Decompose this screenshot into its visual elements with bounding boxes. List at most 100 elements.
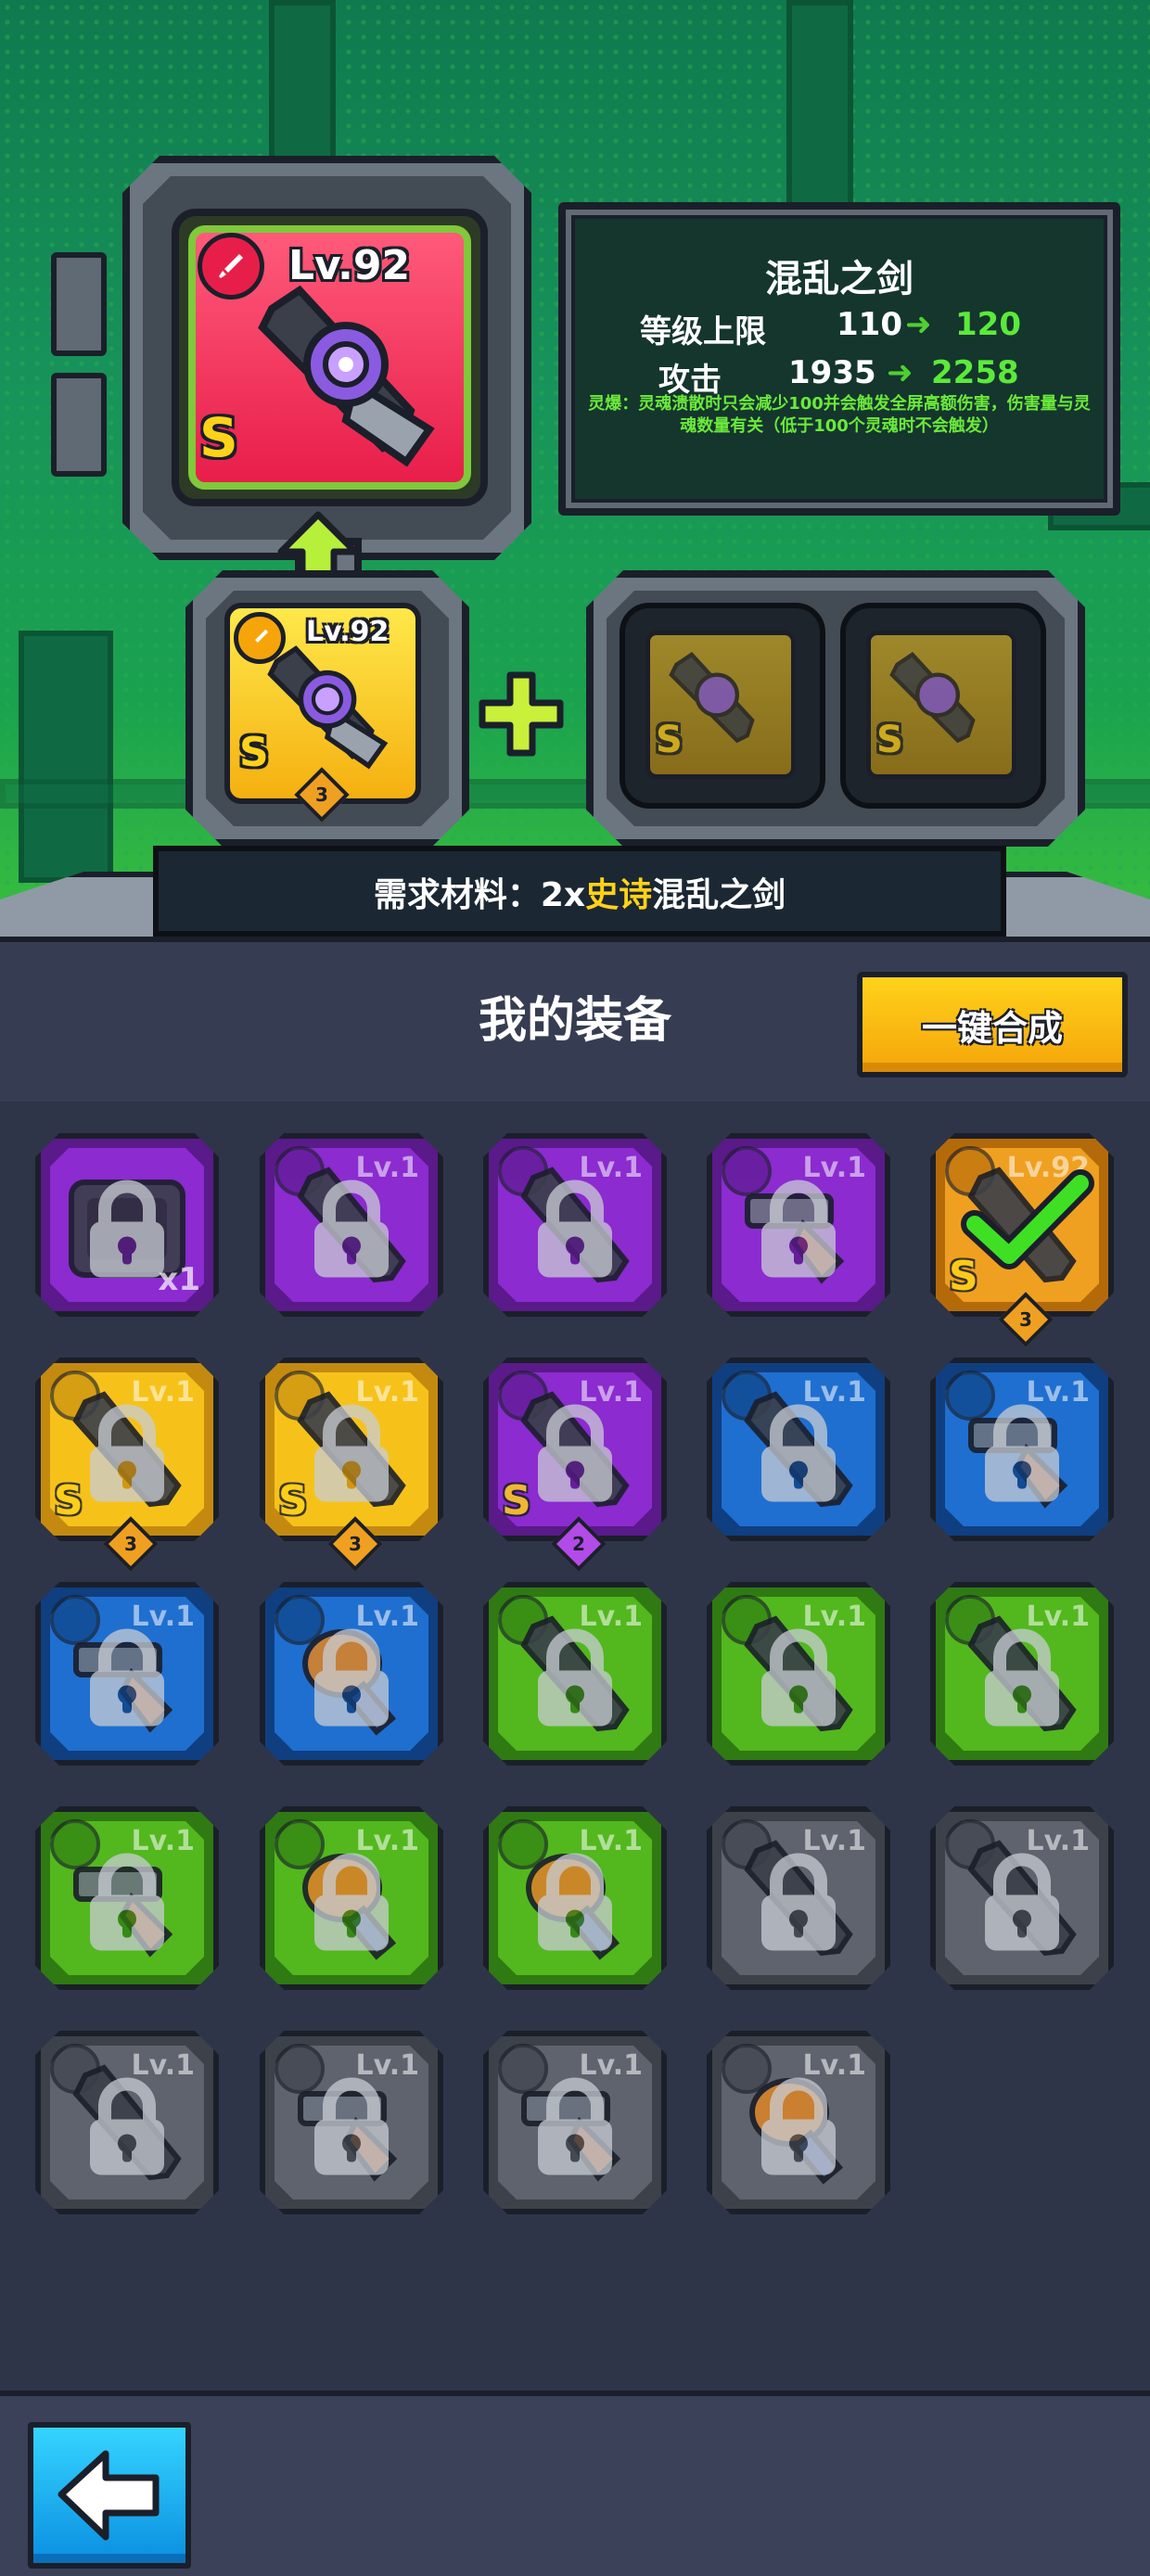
inventory-slot[interactable]: Lv.1 (483, 1806, 667, 1990)
lock-icon (532, 1853, 618, 1955)
slot-level: Lv.1 (579, 1152, 643, 1184)
level-cap-from: 110 (837, 306, 902, 343)
lock-icon (979, 1628, 1065, 1730)
back-button[interactable] (28, 2422, 191, 2569)
target-weapon-card[interactable]: Lv.92 S (172, 209, 488, 506)
attack-from: 1935 (788, 354, 876, 391)
check-mark-icon (958, 1167, 1097, 1278)
material-ghost-card: S (645, 631, 796, 779)
inventory-slot[interactable]: Lv.1 (707, 2031, 890, 2214)
lock-icon (756, 1180, 841, 1282)
inventory-slot[interactable]: Lv.1 S (35, 1358, 219, 1541)
inventory-slot[interactable]: Lv.1 (260, 1133, 443, 1317)
weapon-info-panel: 混乱之剑 等级上限 110 ➜ 120 攻击 1935 ➜ 2258 灵爆：灵魂… (558, 202, 1120, 516)
inventory-slot[interactable]: Lv.1 (707, 1358, 890, 1541)
lock-icon (309, 2077, 394, 2179)
lock-icon (756, 2077, 841, 2179)
lock-icon (979, 1853, 1065, 1955)
inventory-slot[interactable]: Lv.1 (260, 1806, 443, 1990)
arrow-right-icon: ➜ (887, 354, 914, 391)
requirement-text: 需求材料：2x史诗混乱之剑 (373, 876, 786, 914)
inventory-slot[interactable]: Lv.1 (35, 2031, 219, 2214)
slot-quantity: x1 (158, 1261, 200, 1298)
source-rank: S (239, 729, 269, 776)
slot-level: Lv.1 (355, 2049, 419, 2082)
inventory-slot[interactable]: Lv.1 (35, 1582, 219, 1766)
slot-level: Lv.1 (579, 1600, 643, 1633)
slot-level: Lv.1 (579, 2049, 643, 2082)
slot-level: Lv.1 (131, 1376, 195, 1409)
inventory-slot[interactable]: Lv.1 (930, 1358, 1114, 1541)
background-pipe (786, 0, 853, 224)
slot-level: Lv.1 (802, 1825, 866, 1857)
inventory-slot[interactable]: Lv.1 (930, 1806, 1114, 1990)
slot-level: Lv.1 (355, 1600, 419, 1633)
level-cap-label: 等级上限 (640, 313, 766, 351)
slot-level: Lv.1 (131, 1600, 195, 1633)
slot-rank: S (54, 1477, 83, 1524)
inventory-slot[interactable]: Lv.1 S (260, 1358, 443, 1541)
lock-icon (309, 1853, 394, 1955)
slot-level: Lv.1 (579, 1376, 643, 1409)
lock-icon (84, 1404, 170, 1506)
inventory-slot[interactable]: Lv.92 S (930, 1133, 1114, 1317)
lock-icon (532, 1404, 618, 1506)
chaos-sword-icon (882, 644, 993, 759)
forge-panel: Lv.92 S 混乱之剑 等级上限 110 ➜ 120 攻击 1935 ➜ 22… (0, 0, 1150, 937)
inventory-slot[interactable]: Lv.1 (930, 1582, 1114, 1766)
slot-level: Lv.1 (355, 1152, 419, 1184)
lock-icon (979, 1404, 1065, 1506)
lock-icon (756, 1853, 841, 1955)
lock-icon (532, 1628, 618, 1730)
slot-level: Lv.1 (355, 1376, 419, 1409)
back-arrow-icon (58, 2450, 160, 2541)
lock-icon (84, 1180, 170, 1282)
inventory-slot[interactable]: x1 (35, 1133, 219, 1317)
bottom-bar (0, 2391, 1150, 2576)
slot-rank: S (278, 1477, 308, 1524)
lock-icon (756, 1628, 841, 1730)
inventory-slot[interactable]: Lv.1 (707, 1133, 890, 1317)
inventory-slot[interactable]: Lv.1 (260, 1582, 443, 1766)
slot-level: Lv.1 (579, 1825, 643, 1857)
slot-level: Lv.1 (1026, 1600, 1090, 1633)
inventory-slot[interactable]: Lv.1 (260, 2031, 443, 2214)
frame-bolt (51, 252, 107, 356)
slot-level: Lv.1 (131, 2049, 195, 2082)
inventory-slot[interactable]: Lv.1 (707, 1806, 890, 1990)
skill-description: 灵爆：灵魂溃散时只会减少100并会触发全屏高额伤害，伤害量与灵魂数量有关（低于1… (588, 394, 1091, 436)
slot-level: Lv.1 (1026, 1825, 1090, 1857)
slot-level: Lv.1 (355, 1825, 419, 1857)
lock-icon (309, 1180, 394, 1282)
equipment-header: 我的装备 一键合成 (0, 937, 1150, 1107)
material-ghost-card: S (866, 631, 1016, 779)
material-slot-2[interactable]: S (840, 603, 1046, 809)
lock-icon (309, 1628, 394, 1730)
chaos-sword-icon (661, 644, 773, 759)
inventory-grid: x1 Lv.1 Lv.1 Lv.1 Lv.92 S 3 Lv.1 S 3 Lv.1 S 3 Lv.1 S 2 L… (0, 1102, 1150, 2391)
inventory-slot[interactable]: Lv.1 (35, 1806, 219, 1990)
inventory-slot[interactable]: Lv.1 (483, 2031, 667, 2214)
target-rank: S (199, 406, 238, 469)
inventory-slot[interactable]: Lv.1 (483, 1582, 667, 1766)
inventory-slot[interactable]: Lv.1 (707, 1582, 890, 1766)
slot-level: Lv.1 (802, 1152, 866, 1184)
arrow-right-icon: ➜ (905, 306, 932, 343)
slot-level: Lv.1 (131, 1825, 195, 1857)
attack-to: 2258 (931, 354, 1019, 391)
slot-rank: S (502, 1477, 531, 1524)
inventory-slot[interactable]: Lv.1 S (483, 1358, 667, 1541)
lock-icon (532, 1180, 618, 1282)
requirement-bar: 需求材料：2x史诗混乱之剑 (153, 846, 1006, 937)
weapon-name: 混乱之剑 (765, 258, 914, 300)
background-pipe (19, 631, 113, 883)
slot-level: Lv.1 (802, 1376, 866, 1409)
chaos-sword-icon (244, 272, 448, 479)
one-click-merge-button[interactable]: 一键合成 (857, 972, 1128, 1078)
frame-bolt (51, 373, 107, 477)
material-slot-1[interactable]: S (620, 603, 825, 809)
lock-icon (532, 2077, 618, 2179)
inventory-slot[interactable]: Lv.1 (483, 1133, 667, 1317)
lock-icon (84, 1853, 170, 1955)
plus-icon (475, 668, 568, 764)
